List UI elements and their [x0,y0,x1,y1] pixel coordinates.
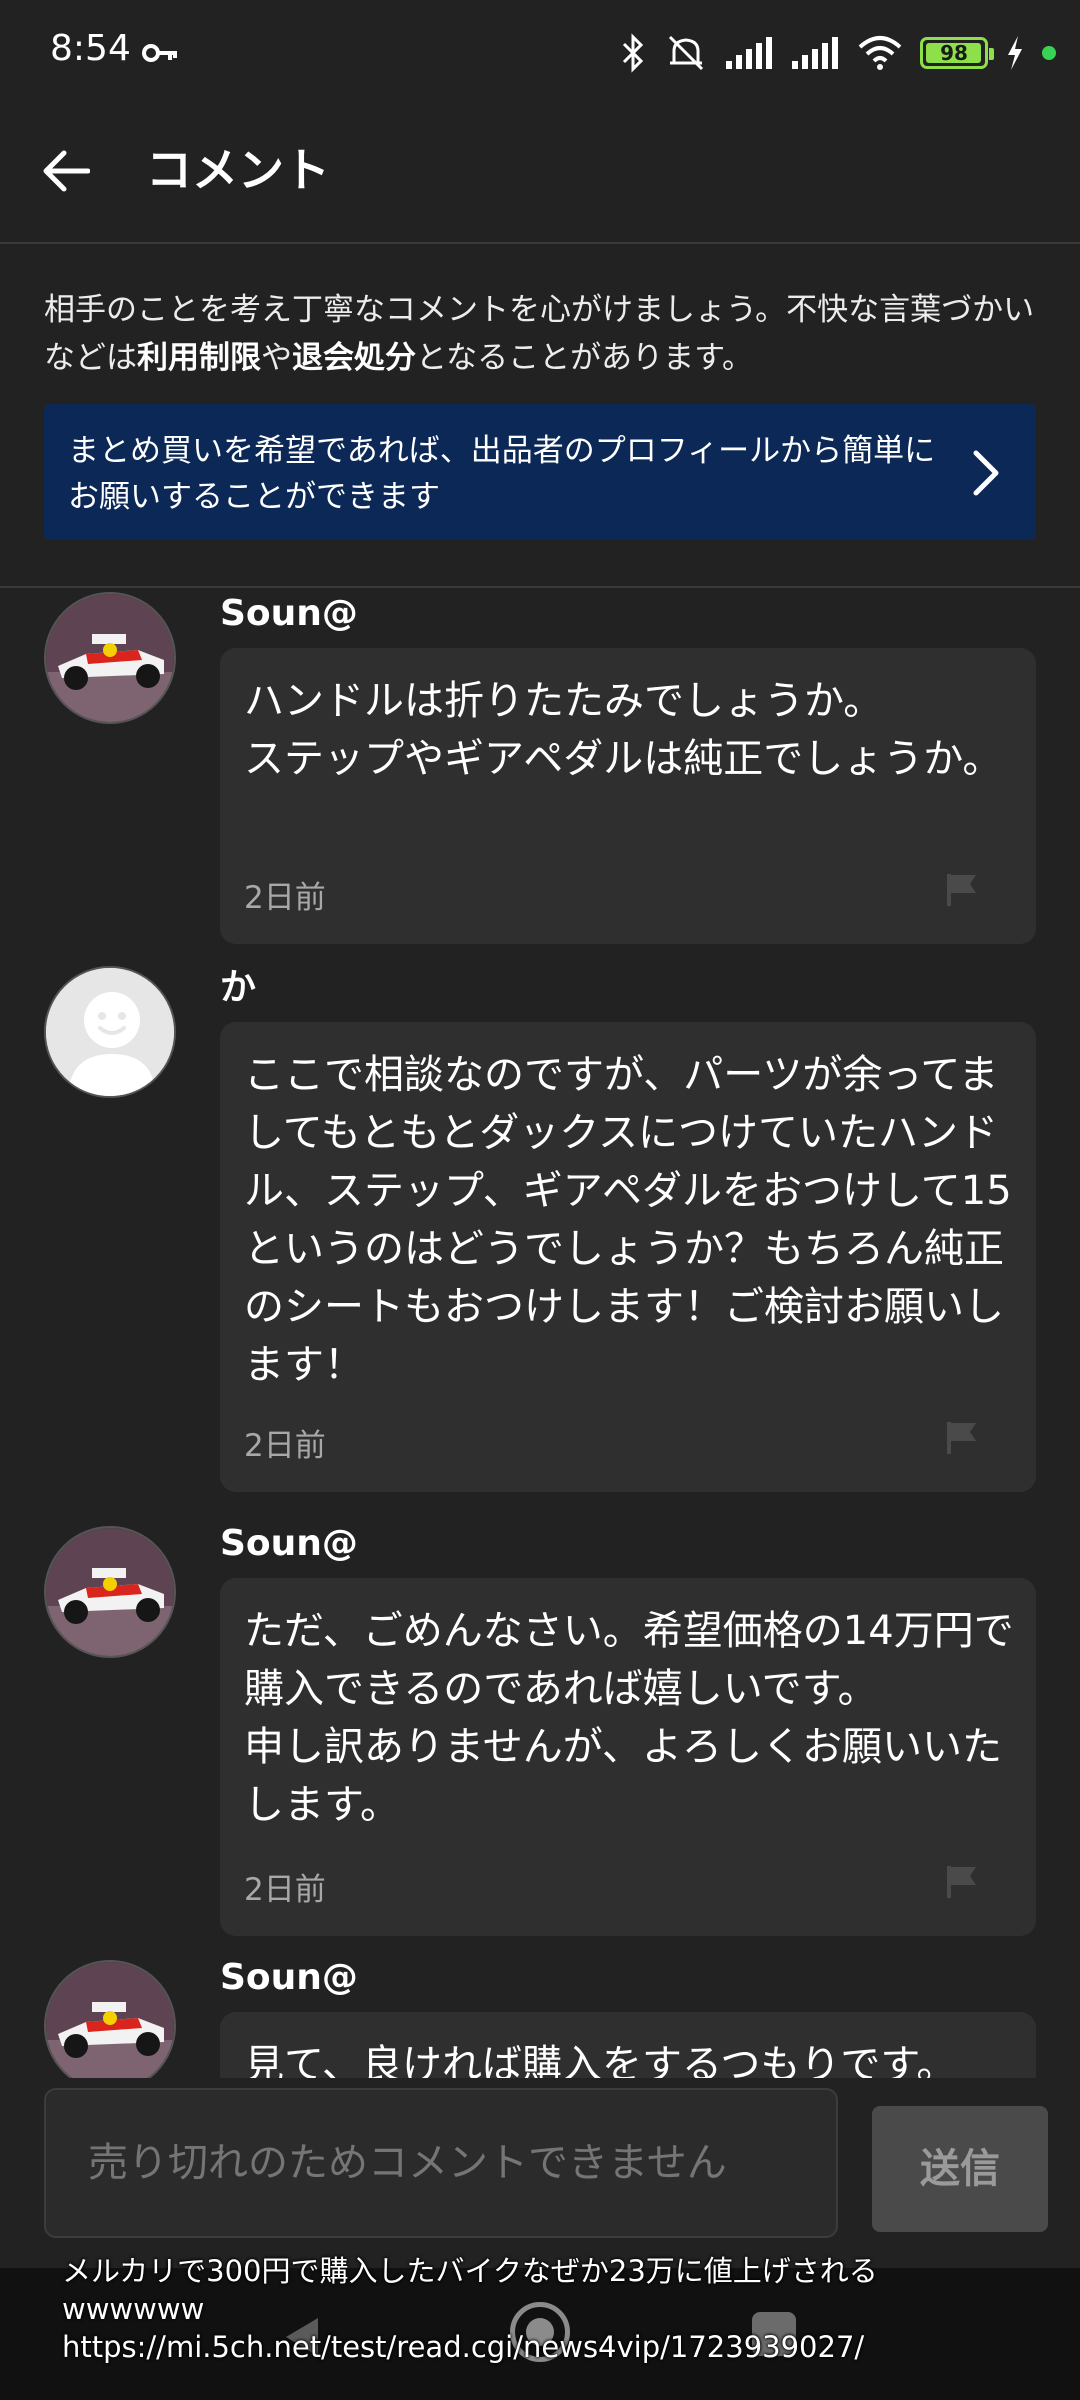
signal-icon [792,37,838,69]
status-bar: 8:54 98 [0,0,1080,110]
wifi-icon [858,36,902,70]
flag-icon[interactable] [946,1864,980,1900]
signal-icon [726,37,772,69]
comment-guideline: 相手のことを考え丁寧なコメントを心がけましょう。不快な言葉づかいなどは利用制限や… [44,286,1044,382]
race-car-avatar [46,594,174,722]
comment-time: 2日前 [244,880,326,916]
guideline-usage-restriction: 利用制限 [137,340,261,376]
chevron-right-icon [973,450,999,496]
comment-author[interactable]: か [220,966,256,1010]
caption-url: https://mi.5ch.net/test/read.cgi/news4vi… [62,2330,865,2364]
comment-author[interactable]: Soun@ [220,1522,358,1566]
privacy-indicator-dot [1042,46,1056,60]
mute-icon [668,35,704,71]
guideline-text: や [261,340,292,376]
comment-text: ここで相談なのですが、パーツが余ってましてもともとダックスにつけていたハンドル、… [244,1052,1012,1388]
avatar[interactable] [44,1960,176,2078]
bundle-purchase-banner[interactable]: まとめ買いを希望であれば、出品者のプロフィールから簡単にお願いすることができます [44,404,1036,540]
battery-icon: 98 [920,37,994,69]
charging-icon [1008,36,1022,70]
default-avatar [46,968,174,1096]
flag-icon[interactable] [946,1420,980,1456]
avatar[interactable] [44,966,176,1098]
comment-bubble: ハンドルは折りたたみでしょうか。 ステップやギアペダルは純正でしょうか。 2日前 [220,648,1036,944]
key-icon [142,44,177,62]
avatar[interactable] [44,592,176,724]
arrow-left-icon [43,150,90,192]
app-bar: コメント [0,110,1080,244]
comment-input[interactable] [44,2088,838,2238]
back-button[interactable] [30,135,102,207]
banner-text: まとめ買いを希望であれば、出品者のプロフィールから簡単にお願いすることができます [68,433,936,515]
status-time: 8:54 [50,28,131,69]
caption-line: メルカリで300円で購入したバイクなぜか23万に値上げされる [62,2254,878,2288]
comment-text: ハンドルは折りたたみでしょうか。 ステップやギアペダルは純正でしょうか。 [244,678,1003,782]
comment-author[interactable]: Soun@ [220,1956,358,2000]
comment-text: 見て、良ければ購入をするつもりです。 [244,2042,957,2078]
bluetooth-icon [622,33,644,73]
race-car-avatar [46,1528,174,1656]
overlay-caption: メルカリで300円で購入したバイクなぜか23万に値上げされる wwwwww ht… [62,2252,1062,2366]
comment-author[interactable]: Soun@ [220,592,358,636]
race-car-avatar [46,1962,174,2078]
guideline-text: となることがあります。 [416,340,753,376]
send-button[interactable]: 送信 [872,2106,1048,2232]
caption-line: wwwwww [62,2292,205,2326]
page-title: コメント [146,143,330,197]
guideline-account-removal: 退会処分 [292,340,416,376]
comment-bubble: 見て、良ければ購入をするつもりです。 [220,2012,1036,2078]
comment-bubble: ここで相談なのですが、パーツが余ってましてもともとダックスにつけていたハンドル、… [220,1022,1036,1492]
flag-icon[interactable] [946,872,980,908]
battery-level: 98 [940,41,968,65]
screen: { "status_bar": { "time": "8:54", "batte… [0,0,1080,2400]
comment-text: ただ、ごめんなさい。希望価格の14万円で購入できるのであれば嬉しいです。 申し訳… [244,1608,1014,1828]
comment-time: 2日前 [244,1872,326,1908]
comment-input-area: 送信 [0,2078,1080,2278]
comment-time: 2日前 [244,1428,326,1464]
avatar[interactable] [44,1526,176,1658]
comment-list[interactable]: Soun@ ハンドルは折りたたみでしょうか。 ステップやギアペダルは純正でしょう… [0,588,1080,2078]
comment-bubble: ただ、ごめんなさい。希望価格の14万円で購入できるのであれば嬉しいです。 申し訳… [220,1578,1036,1936]
